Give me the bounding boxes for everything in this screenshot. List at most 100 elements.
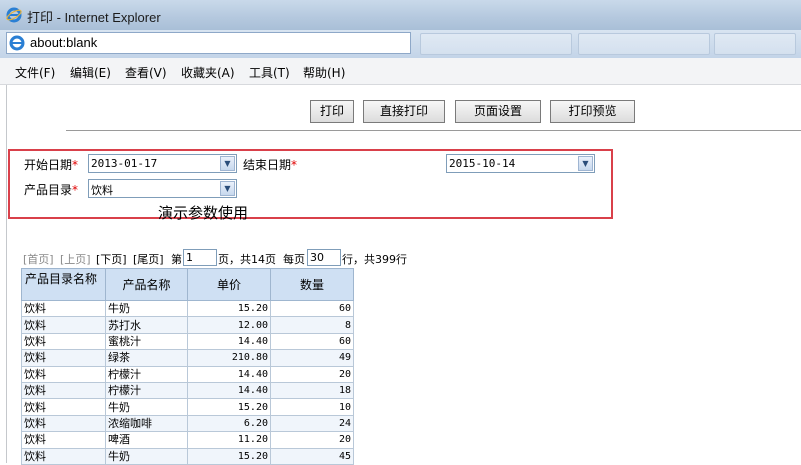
cell-product: 牛奶: [105, 447, 188, 465]
background-tab-ghost: [578, 33, 710, 55]
end-date-label: 结束日期*: [243, 158, 298, 172]
print-button[interactable]: 打印: [310, 100, 354, 123]
cell-price: 14.40: [187, 381, 271, 400]
table-row: 饮料 柠檬汁 14.40 20: [21, 365, 354, 383]
column-header[interactable]: 单价: [187, 268, 271, 301]
cell-price: 14.40: [187, 332, 271, 351]
cell-category: 饮料: [21, 431, 106, 449]
cell-quantity: 8: [270, 316, 354, 334]
first-page-link[interactable]: [首页]: [23, 251, 54, 267]
table-row: 饮料 啤酒 11.20 20: [21, 431, 354, 449]
cell-quantity: 60: [270, 299, 354, 318]
menu-help[interactable]: 帮助(H): [303, 64, 345, 81]
required-mark: *: [72, 158, 79, 172]
cell-product: 啤酒: [105, 431, 188, 449]
start-date-value: 2013-01-17: [91, 157, 158, 170]
column-header[interactable]: 产品目录名称: [21, 268, 106, 301]
cell-product: 苏打水: [105, 316, 188, 334]
cell-price: 11.20: [187, 431, 271, 449]
page-prefix: 第: [171, 253, 182, 266]
cell-product: 牛奶: [105, 398, 188, 416]
cell-price: 210.80: [187, 349, 271, 367]
cell-quantity: 20: [270, 431, 354, 449]
row-total-text: 行，共399行: [342, 253, 407, 266]
cell-price: 12.00: [187, 316, 271, 334]
page-icon: [9, 35, 25, 51]
cell-product: 蜜桃汁: [105, 332, 188, 351]
table-row: 饮料 绿茶 210.80 49: [21, 349, 354, 367]
demo-note: 演示参数使用: [158, 204, 249, 222]
end-date-value: 2015-10-14: [449, 157, 516, 170]
chevron-down-icon[interactable]: ▼: [578, 156, 593, 171]
cell-price: 15.20: [187, 447, 271, 465]
divider: [66, 130, 801, 131]
table-row: 饮料 苏打水 12.00 8: [21, 316, 354, 334]
cell-quantity: 18: [270, 381, 354, 400]
page-total-text: 页，共14页: [218, 253, 276, 266]
cell-quantity: 45: [270, 447, 354, 465]
address-text: about:blank: [30, 35, 98, 50]
direct-print-button[interactable]: 直接打印: [363, 100, 445, 123]
cell-product: 牛奶: [105, 299, 188, 318]
menu-file[interactable]: 文件(F): [15, 64, 55, 81]
next-page-link[interactable]: [下页]: [96, 251, 127, 267]
end-date-select[interactable]: 2015-10-14 ▼: [446, 154, 595, 173]
menu-view[interactable]: 查看(V): [125, 64, 167, 81]
window-title: 打印 - Internet Explorer: [27, 10, 161, 25]
table-row: 饮料 浓缩咖啡 6.20 24: [21, 414, 354, 433]
cell-price: 15.20: [187, 299, 271, 318]
prev-page-link[interactable]: [上页]: [60, 251, 91, 267]
cell-quantity: 10: [270, 398, 354, 416]
category-value: 饮料: [91, 184, 113, 197]
cell-category: 饮料: [21, 447, 106, 465]
chevron-down-icon[interactable]: ▼: [220, 181, 235, 196]
table-row: 饮料 牛奶 15.20 45: [21, 447, 354, 465]
cell-quantity: 20: [270, 365, 354, 383]
category-label: 产品目录*: [24, 183, 79, 197]
cell-category: 饮料: [21, 365, 106, 383]
cell-category: 饮料: [21, 398, 106, 416]
column-header[interactable]: 数量: [270, 268, 354, 301]
last-page-link[interactable]: [尾页]: [133, 251, 164, 267]
background-tab-ghost: [714, 33, 796, 55]
cell-quantity: 60: [270, 332, 354, 351]
cell-quantity: 24: [270, 414, 354, 433]
table-row: 饮料 柠檬汁 14.40 18: [21, 381, 354, 400]
cell-category: 饮料: [21, 332, 106, 351]
column-header[interactable]: 产品名称: [105, 268, 188, 301]
table-row: 饮料 牛奶 15.20 10: [21, 398, 354, 416]
data-table: 产品目录名称 产品名称 单价 数量 饮料 牛奶 15.20 60 饮料 苏打水 12.00…: [21, 268, 354, 465]
table-row: 饮料 蜜桃汁 14.40 60: [21, 332, 354, 351]
start-date-label: 开始日期*: [24, 158, 79, 172]
per-page-input[interactable]: 30: [307, 249, 341, 266]
cell-category: 饮料: [21, 414, 106, 433]
category-select[interactable]: 饮料 ▼: [88, 179, 237, 198]
cell-product: 柠檬汁: [105, 365, 188, 383]
menu-tools[interactable]: 工具(T): [249, 64, 290, 81]
table-header-row: 产品目录名称 产品名称 单价 数量: [21, 268, 354, 301]
cell-product: 柠檬汁: [105, 381, 188, 400]
cell-category: 饮料: [21, 349, 106, 367]
cell-category: 饮料: [21, 316, 106, 334]
menu-bar: [0, 58, 801, 85]
per-page-prefix: 每页: [283, 253, 305, 266]
menu-favorites[interactable]: 收藏夹(A): [181, 64, 235, 81]
cell-price: 6.20: [187, 414, 271, 433]
page-setup-button[interactable]: 页面设置: [455, 100, 541, 123]
cell-quantity: 49: [270, 349, 354, 367]
viewport-border: [6, 85, 7, 463]
cell-category: 饮料: [21, 381, 106, 400]
print-preview-button[interactable]: 打印预览: [550, 100, 635, 123]
required-mark: *: [72, 183, 79, 197]
chevron-down-icon[interactable]: ▼: [220, 156, 235, 171]
page-number-input[interactable]: 1: [183, 249, 217, 266]
required-mark: *: [291, 158, 298, 172]
table-row: 饮料 牛奶 15.20 60: [21, 299, 354, 318]
ie-logo-icon: [6, 7, 22, 23]
start-date-select[interactable]: 2013-01-17 ▼: [88, 154, 237, 173]
cell-product: 浓缩咖啡: [105, 414, 188, 433]
menu-edit[interactable]: 编辑(E): [70, 64, 111, 81]
cell-price: 15.20: [187, 398, 271, 416]
cell-category: 饮料: [21, 299, 106, 318]
background-tab-ghost: [420, 33, 572, 55]
